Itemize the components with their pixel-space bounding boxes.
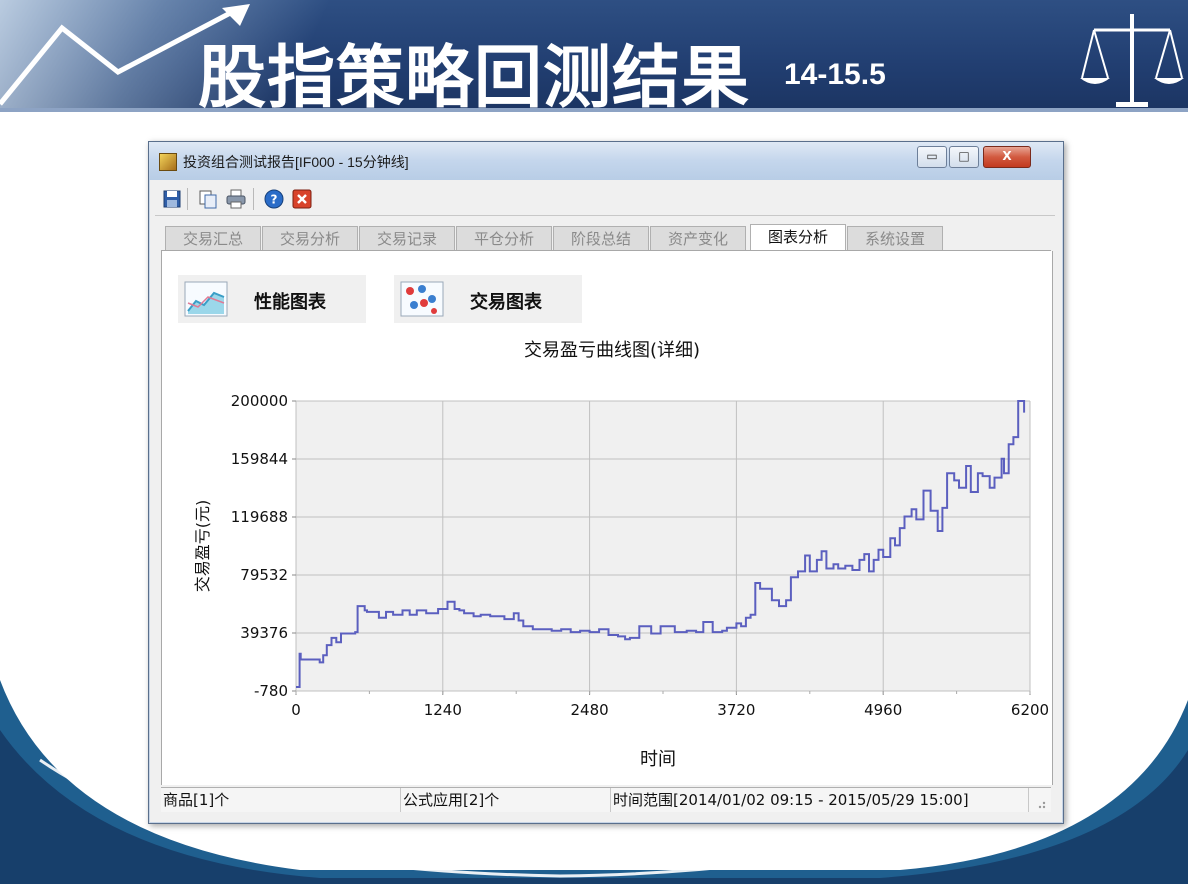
- y-axis-label: 交易盈亏(元): [193, 500, 212, 593]
- y-tick-label: -780: [254, 682, 288, 700]
- x-tick-label: 1240: [424, 701, 462, 719]
- app-icon: [159, 153, 177, 171]
- copy-icon[interactable]: [197, 188, 219, 210]
- tab-close-analysis[interactable]: 平仓分析: [456, 226, 552, 251]
- plot-area: [296, 401, 1030, 691]
- y-tick-label: 79532: [240, 566, 288, 584]
- y-tick-label: 39376: [240, 624, 288, 642]
- x-tick-label: 0: [291, 701, 301, 719]
- report-tabs: 交易汇总 交易分析 交易记录 平仓分析 阶段总结 资产变化 图表分析 系统设置: [165, 224, 1045, 252]
- y-axis-ticks: 200000 159844 119688 79532 39376 -780: [231, 392, 296, 700]
- chart-title: 交易盈亏曲线图(详细): [524, 340, 700, 361]
- tab-asset-change[interactable]: 资产变化: [650, 226, 746, 251]
- x-axis-label: 时间: [640, 749, 676, 770]
- print-icon[interactable]: [225, 188, 247, 210]
- slide-title: 股指策略回测结果: [198, 38, 751, 112]
- toolbar-separator: [253, 188, 254, 210]
- chart-panel: 性能图表 交易图表 交易盈亏曲线图(详细) 200000 159844 119688…: [161, 251, 1053, 785]
- status-symbols: 商品[1]个: [161, 788, 401, 812]
- report-window: 投资组合测试报告[IF000 - 15分钟线] ▭ □ X ? 交易汇总 交易分…: [148, 141, 1064, 824]
- x-tick-label: 2480: [571, 701, 609, 719]
- resize-grip-icon[interactable]: [1033, 796, 1047, 810]
- y-tick-label: 200000: [231, 392, 288, 410]
- tab-trade-summary[interactable]: 交易汇总: [165, 226, 261, 251]
- window-title: 投资组合测试报告[IF000 - 15分钟线]: [183, 154, 409, 170]
- close-button[interactable]: X: [983, 146, 1031, 168]
- minimize-button[interactable]: ▭: [917, 146, 947, 168]
- x-tick-label: 4960: [864, 701, 902, 719]
- status-time-range: 时间范围[2014/01/02 09:15 - 2015/05/29 15:00…: [611, 788, 1029, 812]
- y-tick-label: 119688: [231, 508, 288, 526]
- window-titlebar[interactable]: 投资组合测试报告[IF000 - 15分钟线] ▭ □ X: [149, 142, 1063, 180]
- tab-period-summary[interactable]: 阶段总结: [553, 226, 649, 251]
- tab-chart-analysis[interactable]: 图表分析: [750, 224, 846, 252]
- toolbar-separator: [187, 188, 188, 210]
- pnl-line-chart: 交易盈亏曲线图(详细) 200000 159844 119688 79532 39376…: [193, 340, 1049, 770]
- close-report-icon[interactable]: [291, 188, 313, 210]
- maximize-button[interactable]: □: [949, 146, 979, 168]
- x-tick-label: 3720: [717, 701, 755, 719]
- x-tick-label: 6200: [1011, 701, 1049, 719]
- x-axis-ticks: 0 1240 2480 3720 4960 6200: [291, 691, 1049, 719]
- save-icon[interactable]: [161, 188, 183, 210]
- toolbar: ?: [155, 183, 1055, 216]
- balance-scale-icon: [1080, 14, 1184, 107]
- status-bar: 商品[1]个 公式应用[2]个 时间范围[2014/01/02 09:15 - …: [161, 787, 1051, 812]
- y-tick-label: 159844: [231, 450, 288, 468]
- tab-trade-records[interactable]: 交易记录: [359, 226, 455, 251]
- tab-system-settings[interactable]: 系统设置: [847, 226, 943, 251]
- status-formulas: 公式应用[2]个: [401, 788, 611, 812]
- slide-title-suffix: 14-15.5: [784, 58, 886, 91]
- svg-text:?: ?: [271, 193, 278, 207]
- help-icon[interactable]: ?: [263, 188, 285, 210]
- tab-trade-analysis[interactable]: 交易分析: [262, 226, 358, 251]
- slide-header: 股指策略回测结果 14-15.5: [0, 0, 1188, 112]
